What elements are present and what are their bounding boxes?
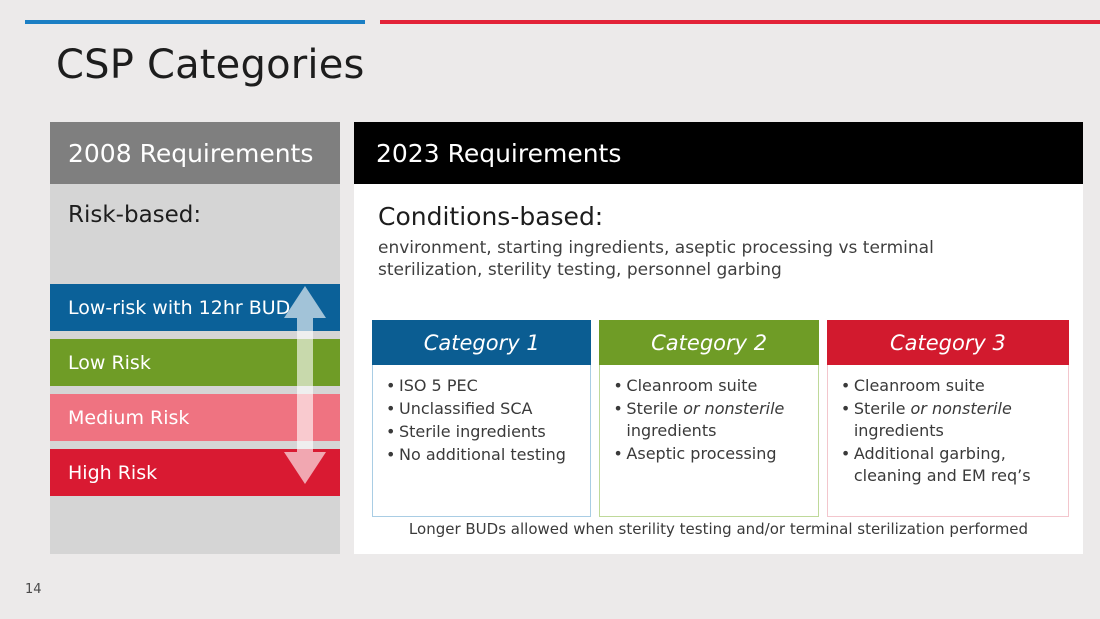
risk-level-bar: Medium Risk [50, 394, 340, 441]
risk-level-label: Medium Risk [68, 406, 190, 429]
category-card: Category 3 Cleanroom suiteSterile or nons… [826, 320, 1069, 517]
risk-level-stack: Low-risk with 12hr BUD Low Risk Medium Ris… [50, 284, 340, 504]
panel-2008-requirements: 2008 Requirements Risk-based: Low-risk w… [50, 122, 340, 554]
category-card: Category 1 ISO 5 PECUnclassified SCASteri… [372, 320, 592, 517]
category-bullet-item: Sterile ingredients [386, 421, 584, 443]
panel-2008-header: 2008 Requirements [50, 122, 340, 184]
accent-rule-red [380, 20, 1100, 24]
emphasis-text: or nonsterile [683, 399, 785, 419]
category-card-title: Category 2 [599, 320, 819, 365]
panel-2023-requirements: 2023 Requirements Conditions-based: envi… [354, 122, 1083, 554]
category-bullet-item: Unclassified SCA [386, 398, 584, 420]
page-number: 14 [25, 582, 42, 597]
panel-2023-description: environment, starting ingredients, asept… [378, 238, 934, 281]
category-card-list: Category 1ISO 5 PECUnclassified SCASteri… [372, 320, 1069, 517]
category-bullet-item: Aseptic processing [613, 443, 811, 465]
category-bullet-list: Cleanroom suiteSterile or nonsterile ing… [838, 375, 1062, 487]
category-card-body: ISO 5 PECUnclassified SCASterile ingredi… [372, 365, 592, 517]
panel-2023-header: 2023 Requirements [354, 122, 1083, 184]
category-card-title: Category 1 [372, 320, 592, 365]
category-bullet-item: Sterile or nonsterile ingredients [841, 398, 1062, 442]
panel-2008-subtitle: Risk-based: [68, 202, 202, 228]
category-bullet-item: Additional garbing, cleaning and EM req’… [841, 443, 1062, 487]
category-bullet-list: ISO 5 PECUnclassified SCASterile ingredi… [383, 375, 584, 466]
category-card-title: Category 3 [826, 320, 1069, 365]
panel-2023-subtitle: Conditions-based: [378, 202, 604, 231]
page-title: CSP Categories [56, 42, 365, 88]
category-bullet-item: No additional testing [386, 444, 584, 466]
risk-level-bar: Low Risk [50, 339, 340, 386]
category-bullet-item: ISO 5 PEC [386, 375, 584, 397]
accent-rule-blue [25, 20, 365, 24]
category-card-body: Cleanroom suiteSterile or nonsterile ing… [826, 365, 1069, 517]
risk-level-label: Low Risk [68, 351, 151, 374]
risk-level-bar: Low-risk with 12hr BUD [50, 284, 340, 331]
risk-level-bar: High Risk [50, 449, 340, 496]
category-card-body: Cleanroom suiteSterile or nonsterile ing… [599, 365, 819, 517]
risk-level-label: Low-risk with 12hr BUD [68, 296, 291, 319]
category-bullet-item: Cleanroom suite [841, 375, 1062, 397]
category-bullet-item: Cleanroom suite [613, 375, 811, 397]
category-card: Category 2 Cleanroom suiteSterile or nons… [599, 320, 819, 517]
risk-level-label: High Risk [68, 461, 158, 484]
emphasis-text: or nonsterile [910, 399, 1012, 419]
category-bullet-list: Cleanroom suiteSterile or nonsterile ing… [610, 375, 811, 465]
panel-footnote: Longer BUDs allowed when sterility testi… [408, 520, 1029, 538]
category-bullet-item: Sterile or nonsterile ingredients [613, 398, 811, 442]
